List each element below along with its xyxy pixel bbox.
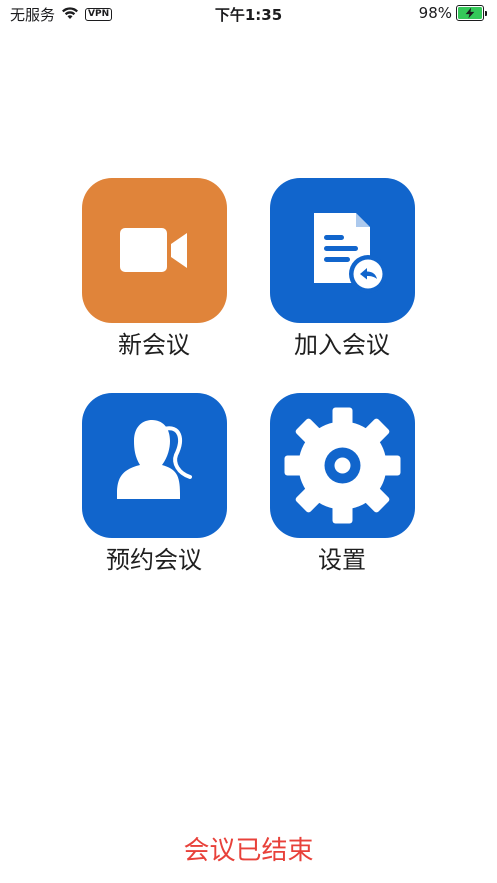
status-bar: 无服务 VPN 下午1:35 98%	[0, 0, 497, 30]
status-right: 98%	[419, 4, 487, 22]
join-meeting-button[interactable]	[270, 178, 415, 323]
settings-button[interactable]	[270, 393, 415, 538]
charging-bolt-icon	[465, 7, 475, 19]
settings-label: 设置	[318, 546, 366, 574]
gear-icon	[284, 407, 401, 524]
battery-percent: 98%	[418, 4, 452, 22]
contact-person-icon	[117, 420, 192, 499]
battery-icon	[456, 5, 487, 21]
new-meeting-button[interactable]	[82, 178, 227, 323]
schedule-meeting-button[interactable]	[82, 393, 227, 538]
schedule-meeting-label: 预约会议	[106, 546, 202, 574]
video-camera-icon	[120, 228, 187, 272]
new-meeting-label: 新会议	[118, 331, 190, 359]
join-document-icon	[314, 213, 387, 293]
meeting-status-text: 会议已结束	[183, 836, 314, 866]
join-meeting-label: 加入会议	[294, 331, 390, 359]
